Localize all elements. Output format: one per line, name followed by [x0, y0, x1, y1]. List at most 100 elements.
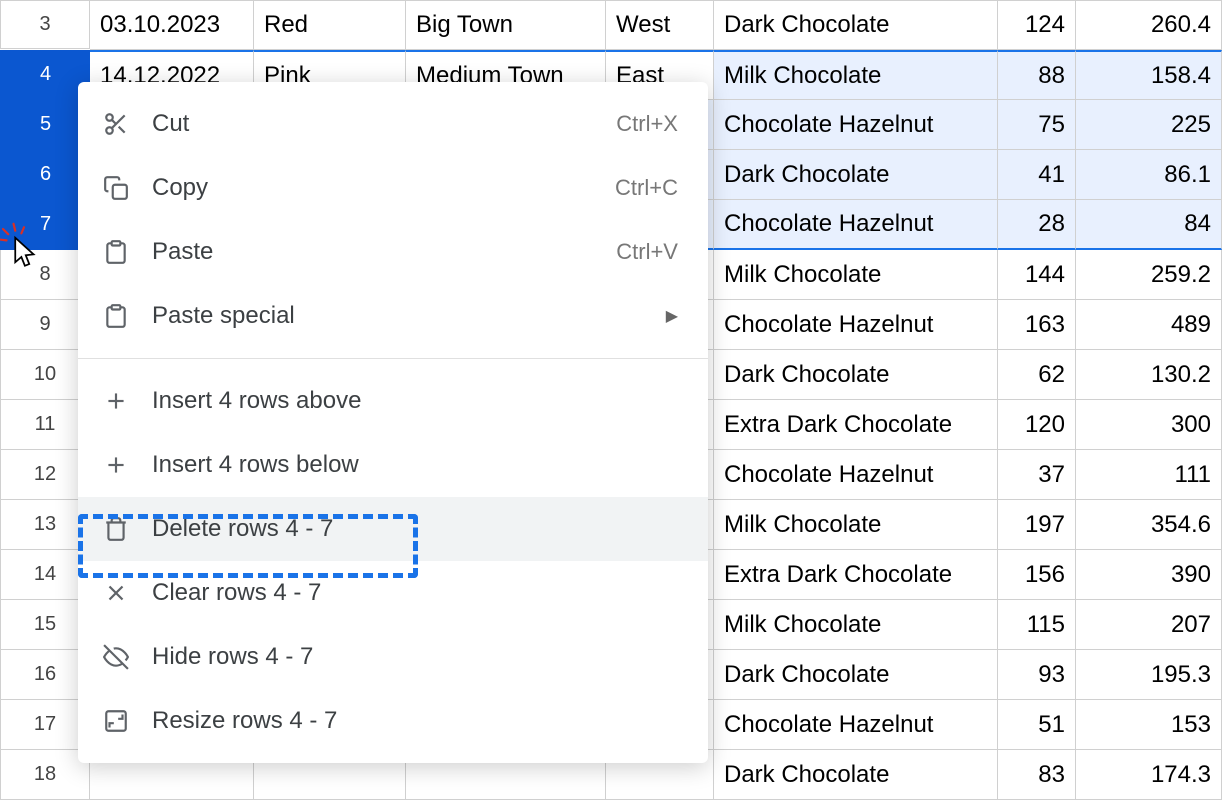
menu-clear-rows[interactable]: Clear rows 4 - 7 — [78, 561, 708, 625]
menu-resize-rows[interactable]: Resize rows 4 - 7 — [78, 689, 708, 753]
cell[interactable]: 207 — [1076, 600, 1222, 650]
cell[interactable]: Milk Chocolate — [714, 250, 998, 300]
cell[interactable]: 124 — [998, 0, 1076, 50]
row-header[interactable]: 10 — [0, 350, 90, 400]
clipboard-icon — [98, 239, 134, 265]
menu-paste[interactable]: Paste Ctrl+V — [78, 220, 708, 284]
row-header[interactable]: 17 — [0, 700, 90, 750]
menu-label: Insert 4 rows below — [152, 451, 678, 479]
menu-insert-above[interactable]: Insert 4 rows above — [78, 369, 708, 433]
menu-cut[interactable]: Cut Ctrl+X — [78, 92, 708, 156]
cell[interactable]: 120 — [998, 400, 1076, 450]
trash-icon — [98, 516, 134, 542]
menu-label: Cut — [152, 110, 616, 138]
row-header[interactable]: 11 — [0, 400, 90, 450]
row-header[interactable]: 16 — [0, 650, 90, 700]
cell[interactable]: 51 — [998, 700, 1076, 750]
cell[interactable]: Chocolate Hazelnut — [714, 700, 998, 750]
cell[interactable]: 158.4 — [1076, 50, 1222, 100]
cell[interactable]: Dark Chocolate — [714, 0, 998, 50]
row-header[interactable]: 12 — [0, 450, 90, 500]
cell[interactable]: 86.1 — [1076, 150, 1222, 200]
cell[interactable]: 28 — [998, 200, 1076, 250]
cell[interactable]: Chocolate Hazelnut — [714, 200, 998, 250]
cell[interactable]: 84 — [1076, 200, 1222, 250]
cell[interactable]: 111 — [1076, 450, 1222, 500]
click-cursor-icon — [0, 222, 52, 283]
cell[interactable]: 83 — [998, 750, 1076, 800]
cell[interactable]: Chocolate Hazelnut — [714, 300, 998, 350]
cell[interactable]: 390 — [1076, 550, 1222, 600]
cell[interactable]: 37 — [998, 450, 1076, 500]
cell[interactable]: Chocolate Hazelnut — [714, 450, 998, 500]
menu-delete-rows[interactable]: Delete rows 4 - 7 — [78, 497, 708, 561]
row-header[interactable]: 18 — [0, 750, 90, 800]
cell[interactable]: 153 — [1076, 700, 1222, 750]
menu-shortcut: Ctrl+V — [616, 239, 678, 265]
menu-label: Resize rows 4 - 7 — [152, 707, 678, 735]
cell[interactable]: 259.2 — [1076, 250, 1222, 300]
cell[interactable]: Chocolate Hazelnut — [714, 100, 998, 150]
menu-insert-below[interactable]: Insert 4 rows below — [78, 433, 708, 497]
row-header[interactable]: 13 — [0, 500, 90, 550]
cell[interactable]: Red — [254, 0, 406, 50]
plus-icon — [98, 388, 134, 414]
cell[interactable]: Extra Dark Chocolate — [714, 550, 998, 600]
cell[interactable]: 354.6 — [1076, 500, 1222, 550]
clipboard-icon — [98, 303, 134, 329]
x-icon — [98, 580, 134, 606]
menu-separator — [78, 358, 708, 359]
cell[interactable]: Milk Chocolate — [714, 500, 998, 550]
cell[interactable]: 163 — [998, 300, 1076, 350]
cell[interactable]: 174.3 — [1076, 750, 1222, 800]
cell[interactable]: 156 — [998, 550, 1076, 600]
cell[interactable]: 195.3 — [1076, 650, 1222, 700]
menu-paste-special[interactable]: Paste special ▶ — [78, 284, 708, 348]
cell[interactable]: Milk Chocolate — [714, 600, 998, 650]
menu-label: Insert 4 rows above — [152, 387, 678, 415]
menu-hide-rows[interactable]: Hide rows 4 - 7 — [78, 625, 708, 689]
row-header[interactable]: 9 — [0, 300, 90, 350]
menu-label: Delete rows 4 - 7 — [152, 515, 678, 543]
row-header[interactable]: 14 — [0, 550, 90, 600]
cell[interactable]: 260.4 — [1076, 0, 1222, 50]
cell[interactable]: 144 — [998, 250, 1076, 300]
scissors-icon — [98, 111, 134, 137]
row-header[interactable]: 6 — [0, 150, 90, 200]
menu-copy[interactable]: Copy Ctrl+C — [78, 156, 708, 220]
cell[interactable]: 300 — [1076, 400, 1222, 450]
submenu-arrow-icon: ▶ — [666, 306, 678, 326]
eye-off-icon — [98, 644, 134, 670]
cell[interactable]: Milk Chocolate — [714, 50, 998, 100]
cell[interactable]: Dark Chocolate — [714, 650, 998, 700]
menu-shortcut: Ctrl+C — [615, 175, 678, 201]
menu-shortcut: Ctrl+X — [616, 111, 678, 137]
cell[interactable]: 75 — [998, 100, 1076, 150]
cell[interactable]: Dark Chocolate — [714, 150, 998, 200]
cell[interactable]: 93 — [998, 650, 1076, 700]
resize-icon — [98, 708, 134, 734]
cell[interactable]: 225 — [1076, 100, 1222, 150]
row-header[interactable]: 15 — [0, 600, 90, 650]
menu-label: Paste special — [152, 302, 666, 330]
cell[interactable]: West — [606, 0, 714, 50]
cell[interactable]: 115 — [998, 600, 1076, 650]
cell[interactable]: Dark Chocolate — [714, 750, 998, 800]
row-header[interactable]: 3 — [0, 0, 90, 49]
cell[interactable]: Big Town — [406, 0, 606, 50]
cell[interactable]: 03.10.2023 — [90, 0, 254, 50]
cell[interactable]: Dark Chocolate — [714, 350, 998, 400]
cell[interactable]: 41 — [998, 150, 1076, 200]
copy-icon — [98, 175, 134, 201]
cell[interactable]: 489 — [1076, 300, 1222, 350]
cell[interactable]: 62 — [998, 350, 1076, 400]
menu-label: Copy — [152, 174, 615, 202]
cell[interactable]: 88 — [998, 50, 1076, 100]
context-menu: Cut Ctrl+X Copy Ctrl+C Paste Ctrl+V Past… — [78, 82, 708, 763]
cell[interactable]: 130.2 — [1076, 350, 1222, 400]
cell[interactable]: Extra Dark Chocolate — [714, 400, 998, 450]
cell[interactable]: 197 — [998, 500, 1076, 550]
row-header[interactable]: 4 — [0, 50, 90, 100]
menu-label: Hide rows 4 - 7 — [152, 643, 678, 671]
row-header[interactable]: 5 — [0, 100, 90, 150]
